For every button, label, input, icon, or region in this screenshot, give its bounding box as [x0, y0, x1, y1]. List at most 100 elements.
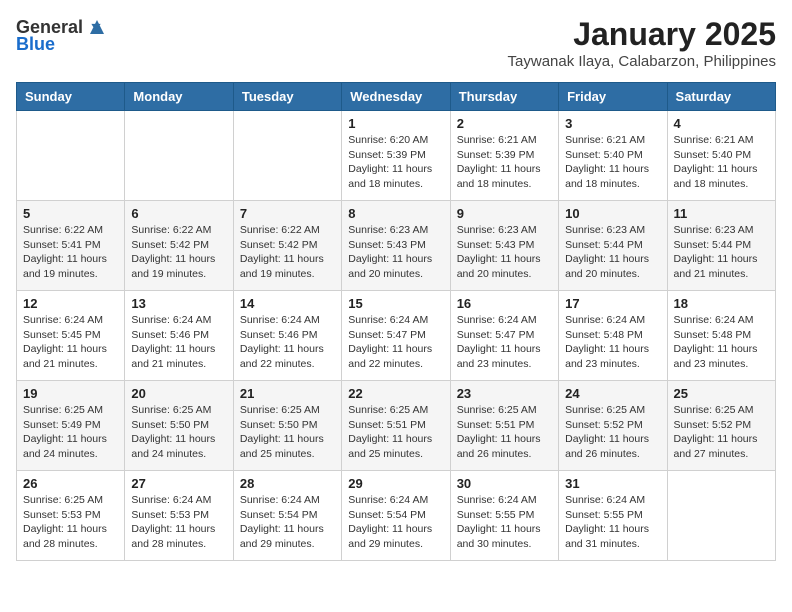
day-info: Sunrise: 6:23 AMSunset: 5:44 PMDaylight:… — [565, 223, 660, 282]
day-number: 26 — [23, 476, 118, 491]
table-row: 3 Sunrise: 6:21 AMSunset: 5:40 PMDayligh… — [559, 111, 667, 201]
day-number: 2 — [457, 116, 552, 131]
table-row — [233, 111, 341, 201]
table-row: 27 Sunrise: 6:24 AMSunset: 5:53 PMDaylig… — [125, 471, 233, 561]
table-row: 22 Sunrise: 6:25 AMSunset: 5:51 PMDaylig… — [342, 381, 450, 471]
day-number: 4 — [674, 116, 769, 131]
table-row: 24 Sunrise: 6:25 AMSunset: 5:52 PMDaylig… — [559, 381, 667, 471]
day-info: Sunrise: 6:25 AMSunset: 5:50 PMDaylight:… — [131, 403, 226, 462]
table-row: 9 Sunrise: 6:23 AMSunset: 5:43 PMDayligh… — [450, 201, 558, 291]
table-row: 30 Sunrise: 6:24 AMSunset: 5:55 PMDaylig… — [450, 471, 558, 561]
day-number: 20 — [131, 386, 226, 401]
day-info: Sunrise: 6:24 AMSunset: 5:48 PMDaylight:… — [565, 313, 660, 372]
table-row: 26 Sunrise: 6:25 AMSunset: 5:53 PMDaylig… — [17, 471, 125, 561]
table-row: 19 Sunrise: 6:25 AMSunset: 5:49 PMDaylig… — [17, 381, 125, 471]
header-sunday: Sunday — [17, 83, 125, 111]
day-number: 7 — [240, 206, 335, 221]
day-number: 13 — [131, 296, 226, 311]
table-row: 12 Sunrise: 6:24 AMSunset: 5:45 PMDaylig… — [17, 291, 125, 381]
day-info: Sunrise: 6:24 AMSunset: 5:54 PMDaylight:… — [348, 493, 443, 552]
table-row: 25 Sunrise: 6:25 AMSunset: 5:52 PMDaylig… — [667, 381, 775, 471]
day-info: Sunrise: 6:25 AMSunset: 5:51 PMDaylight:… — [348, 403, 443, 462]
day-number: 24 — [565, 386, 660, 401]
day-number: 25 — [674, 386, 769, 401]
day-info: Sunrise: 6:23 AMSunset: 5:43 PMDaylight:… — [348, 223, 443, 282]
week-row-5: 26 Sunrise: 6:25 AMSunset: 5:53 PMDaylig… — [17, 471, 776, 561]
week-row-1: 1 Sunrise: 6:20 AMSunset: 5:39 PMDayligh… — [17, 111, 776, 201]
day-number: 5 — [23, 206, 118, 221]
table-row: 16 Sunrise: 6:24 AMSunset: 5:47 PMDaylig… — [450, 291, 558, 381]
day-info: Sunrise: 6:21 AMSunset: 5:40 PMDaylight:… — [674, 133, 769, 192]
day-number: 17 — [565, 296, 660, 311]
title-block: January 2025 Taywanak Ilaya, Calabarzon,… — [508, 16, 776, 70]
week-row-4: 19 Sunrise: 6:25 AMSunset: 5:49 PMDaylig… — [17, 381, 776, 471]
day-info: Sunrise: 6:24 AMSunset: 5:46 PMDaylight:… — [240, 313, 335, 372]
table-row: 6 Sunrise: 6:22 AMSunset: 5:42 PMDayligh… — [125, 201, 233, 291]
day-info: Sunrise: 6:22 AMSunset: 5:42 PMDaylight:… — [240, 223, 335, 282]
header-monday: Monday — [125, 83, 233, 111]
day-number: 3 — [565, 116, 660, 131]
table-row: 29 Sunrise: 6:24 AMSunset: 5:54 PMDaylig… — [342, 471, 450, 561]
day-info: Sunrise: 6:25 AMSunset: 5:49 PMDaylight:… — [23, 403, 118, 462]
table-row — [125, 111, 233, 201]
day-number: 31 — [565, 476, 660, 491]
header-saturday: Saturday — [667, 83, 775, 111]
day-info: Sunrise: 6:22 AMSunset: 5:42 PMDaylight:… — [131, 223, 226, 282]
day-info: Sunrise: 6:24 AMSunset: 5:55 PMDaylight:… — [565, 493, 660, 552]
day-number: 16 — [457, 296, 552, 311]
day-info: Sunrise: 6:25 AMSunset: 5:52 PMDaylight:… — [674, 403, 769, 462]
table-row: 13 Sunrise: 6:24 AMSunset: 5:46 PMDaylig… — [125, 291, 233, 381]
table-row: 5 Sunrise: 6:22 AMSunset: 5:41 PMDayligh… — [17, 201, 125, 291]
table-row: 15 Sunrise: 6:24 AMSunset: 5:47 PMDaylig… — [342, 291, 450, 381]
day-info: Sunrise: 6:24 AMSunset: 5:54 PMDaylight:… — [240, 493, 335, 552]
day-number: 29 — [348, 476, 443, 491]
table-row: 11 Sunrise: 6:23 AMSunset: 5:44 PMDaylig… — [667, 201, 775, 291]
calendar-title: January 2025 — [508, 16, 776, 53]
day-info: Sunrise: 6:24 AMSunset: 5:53 PMDaylight:… — [131, 493, 226, 552]
day-info: Sunrise: 6:24 AMSunset: 5:47 PMDaylight:… — [457, 313, 552, 372]
day-number: 18 — [674, 296, 769, 311]
table-row — [667, 471, 775, 561]
day-info: Sunrise: 6:21 AMSunset: 5:39 PMDaylight:… — [457, 133, 552, 192]
day-info: Sunrise: 6:24 AMSunset: 5:55 PMDaylight:… — [457, 493, 552, 552]
logo-blue: Blue — [16, 34, 55, 55]
day-number: 10 — [565, 206, 660, 221]
table-row: 1 Sunrise: 6:20 AMSunset: 5:39 PMDayligh… — [342, 111, 450, 201]
calendar-table: Sunday Monday Tuesday Wednesday Thursday… — [16, 82, 776, 561]
day-number: 9 — [457, 206, 552, 221]
day-info: Sunrise: 6:25 AMSunset: 5:52 PMDaylight:… — [565, 403, 660, 462]
table-row: 7 Sunrise: 6:22 AMSunset: 5:42 PMDayligh… — [233, 201, 341, 291]
day-number: 28 — [240, 476, 335, 491]
table-row: 4 Sunrise: 6:21 AMSunset: 5:40 PMDayligh… — [667, 111, 775, 201]
day-info: Sunrise: 6:25 AMSunset: 5:51 PMDaylight:… — [457, 403, 552, 462]
day-number: 11 — [674, 206, 769, 221]
header-tuesday: Tuesday — [233, 83, 341, 111]
day-number: 12 — [23, 296, 118, 311]
day-info: Sunrise: 6:20 AMSunset: 5:39 PMDaylight:… — [348, 133, 443, 192]
table-row: 10 Sunrise: 6:23 AMSunset: 5:44 PMDaylig… — [559, 201, 667, 291]
day-number: 6 — [131, 206, 226, 221]
table-row: 17 Sunrise: 6:24 AMSunset: 5:48 PMDaylig… — [559, 291, 667, 381]
day-number: 27 — [131, 476, 226, 491]
page-header: General Blue January 2025 Taywanak Ilaya… — [16, 16, 776, 70]
day-number: 19 — [23, 386, 118, 401]
table-row: 2 Sunrise: 6:21 AMSunset: 5:39 PMDayligh… — [450, 111, 558, 201]
table-row: 28 Sunrise: 6:24 AMSunset: 5:54 PMDaylig… — [233, 471, 341, 561]
day-info: Sunrise: 6:24 AMSunset: 5:48 PMDaylight:… — [674, 313, 769, 372]
day-info: Sunrise: 6:24 AMSunset: 5:47 PMDaylight:… — [348, 313, 443, 372]
table-row: 14 Sunrise: 6:24 AMSunset: 5:46 PMDaylig… — [233, 291, 341, 381]
day-info: Sunrise: 6:22 AMSunset: 5:41 PMDaylight:… — [23, 223, 118, 282]
day-info: Sunrise: 6:23 AMSunset: 5:43 PMDaylight:… — [457, 223, 552, 282]
logo-icon — [86, 16, 108, 38]
day-info: Sunrise: 6:24 AMSunset: 5:46 PMDaylight:… — [131, 313, 226, 372]
day-number: 22 — [348, 386, 443, 401]
table-row: 31 Sunrise: 6:24 AMSunset: 5:55 PMDaylig… — [559, 471, 667, 561]
day-info: Sunrise: 6:25 AMSunset: 5:53 PMDaylight:… — [23, 493, 118, 552]
calendar-subtitle: Taywanak Ilaya, Calabarzon, Philippines — [508, 53, 776, 70]
day-number: 23 — [457, 386, 552, 401]
header-wednesday: Wednesday — [342, 83, 450, 111]
week-row-2: 5 Sunrise: 6:22 AMSunset: 5:41 PMDayligh… — [17, 201, 776, 291]
week-row-3: 12 Sunrise: 6:24 AMSunset: 5:45 PMDaylig… — [17, 291, 776, 381]
weekday-header-row: Sunday Monday Tuesday Wednesday Thursday… — [17, 83, 776, 111]
day-number: 30 — [457, 476, 552, 491]
